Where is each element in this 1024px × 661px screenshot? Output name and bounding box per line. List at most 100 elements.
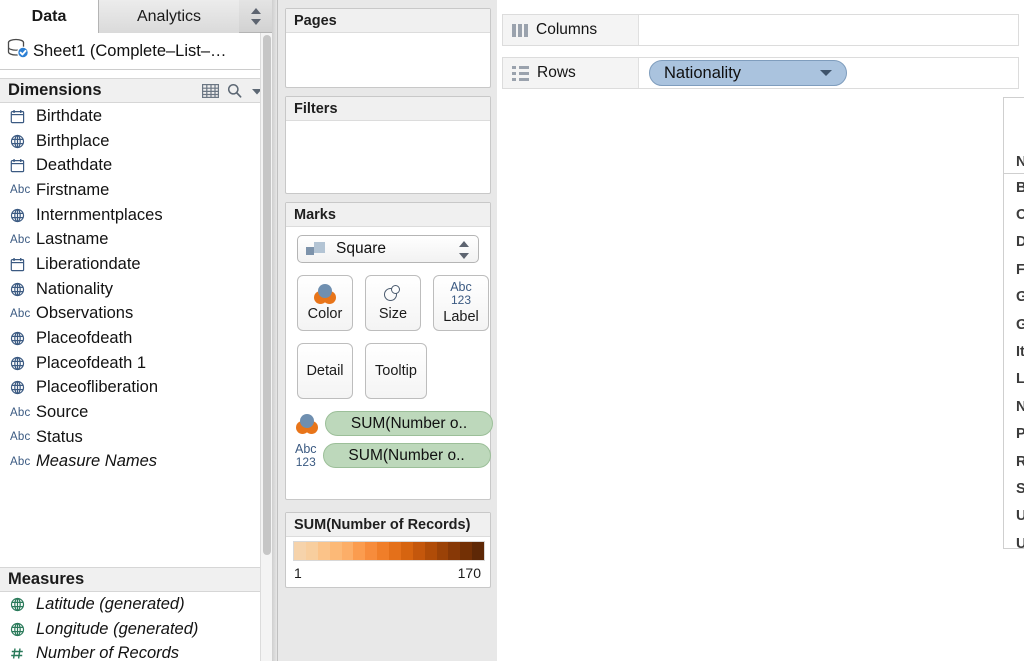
dimension-item-source[interactable]: Abc Source [0,400,272,425]
measure-item-latitude[interactable]: Latitude (generated) [0,592,272,617]
legend-swatch [329,542,342,560]
detail-shelf-button[interactable]: Detail [297,343,353,399]
dimension-label: Measure Names [36,452,158,471]
columns-icon [512,23,528,37]
color-shelf-button[interactable]: Color [297,275,353,331]
table-row[interactable]: Denmark39 [1004,229,1024,256]
legend-swatch [389,542,401,560]
dimension-item-liberationdate[interactable]: Liberationdate [0,252,272,277]
dimension-item-birthdate[interactable]: Birthdate [0,104,272,129]
data-pane-scrollbar[interactable] [260,33,272,661]
marks-pill-label-shelf[interactable]: Abc 123 SUM(Number o.. [295,443,491,468]
row-header-label: Netherlands [1016,398,1024,415]
dimensions-title: Dimensions [8,81,102,99]
table-row[interactable]: UNKNOWN1 [1004,530,1024,557]
dimension-item-nationality[interactable]: Nationality [0,277,272,302]
table-row[interactable]: Germany7 [1004,284,1024,311]
table-row[interactable]: Spain3 [1004,475,1024,502]
table-row[interactable]: Latvia2 [1004,366,1024,393]
dimension-item-deathdate[interactable]: Deathdate [0,153,272,178]
globe-icon [10,380,32,395]
abc-icon: Abc [10,233,31,246]
table-row[interactable]: Belgium15 [1004,174,1024,201]
tab-analytics[interactable]: Analytics [99,0,239,33]
globe-icon [10,597,32,612]
table-row[interactable]: Italy3 [1004,338,1024,365]
measure-label: Longitude (generated) [36,619,199,638]
dimension-item-observations[interactable]: Abc Observations [0,302,272,327]
dimension-label: Status [36,427,83,446]
legend-swatch [341,542,354,560]
data-pane: Data Analytics Sheet1 (Complete–List–… D… [0,0,272,661]
measures-section-header: Measures [0,567,272,592]
scrollbar-thumb[interactable] [263,35,271,555]
abc-icon: Abc [10,406,31,419]
measure-item-number-of-records[interactable]: Number of Records [0,641,272,661]
stepper-down-icon [458,253,469,259]
worksheet-area: Columns Rows Nationality Nationality [497,0,1024,661]
tab-data[interactable]: Data [0,0,99,33]
mark-type-stepper-icon[interactable] [458,241,469,259]
dimension-item-firstname[interactable]: Abc Firstname [0,178,272,203]
rows-pill-nationality[interactable]: Nationality [649,60,847,86]
rows-shelf-label: Rows [537,64,576,81]
table-row[interactable]: Poland5 [1004,421,1024,448]
search-icon[interactable] [227,83,242,103]
pane-resize-stepper-icon[interactable] [249,8,262,25]
table-row[interactable]: Ukraine5 [1004,503,1024,530]
row-header-label: France [1016,261,1024,278]
legend-swatch [377,542,389,560]
heatmap-rows: Belgium15Czech Republic6Denmark39France1… [1004,174,1024,557]
dimension-item-measure-names[interactable]: Abc Measure Names [0,450,272,475]
dimension-item-placeofdeath[interactable]: Placeofdeath [0,326,272,351]
tooltip-shelf-button[interactable]: Tooltip [365,343,427,399]
rows-shelf[interactable]: Rows Nationality [502,57,1019,89]
columns-shelf[interactable]: Columns [502,14,1019,46]
rows-icon [512,65,529,81]
stepper-up-icon [250,8,261,14]
filters-card: Filters [285,96,491,194]
dimension-label: Placeofdeath [36,329,133,348]
table-row[interactable]: Russia6 [1004,448,1024,475]
legend-swatch [448,542,461,560]
row-header-label: UNKNOWN [1016,535,1024,552]
color-legend-gradient[interactable] [293,541,485,561]
chevron-down-icon[interactable] [820,70,832,76]
dimension-item-birthplace[interactable]: Birthplace [0,129,272,154]
table-row[interactable]: Czech Republic6 [1004,201,1024,228]
abc-icon: Abc [10,431,31,444]
size-circles-icon [382,284,404,304]
dimension-item-placeofdeath-1[interactable]: Placeofdeath 1 [0,351,272,376]
mark-type-select[interactable]: Square [297,235,479,263]
dimension-label: Birthplace [36,131,110,150]
dimension-item-internmentplaces[interactable]: Internmentplaces [0,203,272,228]
dimension-item-lastname[interactable]: Abc Lastname [0,227,272,252]
marks-pill-color[interactable]: SUM(Number o.. [295,411,493,436]
datasource-item[interactable]: Sheet1 (Complete–List–… [0,33,272,70]
table-row[interactable]: Greece1 [1004,311,1024,338]
color-legend-min: 1 [294,565,302,581]
dimension-item-placeofliberation[interactable]: Placeofliberation [0,376,272,401]
tableau-window: Data Analytics Sheet1 (Complete–List–… D… [0,0,1024,661]
filters-card-title: Filters [286,97,490,121]
grid-view-icon[interactable] [202,83,220,103]
columns-shelf-label-box: Columns [503,15,639,45]
row-header-label: Russia [1016,453,1024,470]
tab-analytics-label: Analytics [136,7,202,25]
number-icon [10,646,32,661]
row-header-label: Greece [1016,316,1024,333]
table-row[interactable]: France170 [1004,256,1024,283]
row-field-header[interactable]: Nationality [1004,150,1024,174]
dimension-label: Lastname [36,230,109,249]
measure-item-longitude[interactable]: Longitude (generated) [0,617,272,642]
label-shelf-button[interactable]: Abc 123 Label [433,275,489,331]
abc-123-icon: Abc 123 [295,442,317,469]
size-shelf-button[interactable]: Size [365,275,421,331]
color-button-label: Color [307,306,343,322]
table-row[interactable]: Netherlands16 [1004,393,1024,420]
dimension-label: Placeofdeath 1 [36,353,147,372]
dimension-item-status[interactable]: Abc Status [0,425,272,450]
columns-shelf-label: Columns [536,21,598,38]
calendar-icon [10,158,32,173]
pane-splitter[interactable] [272,0,278,661]
